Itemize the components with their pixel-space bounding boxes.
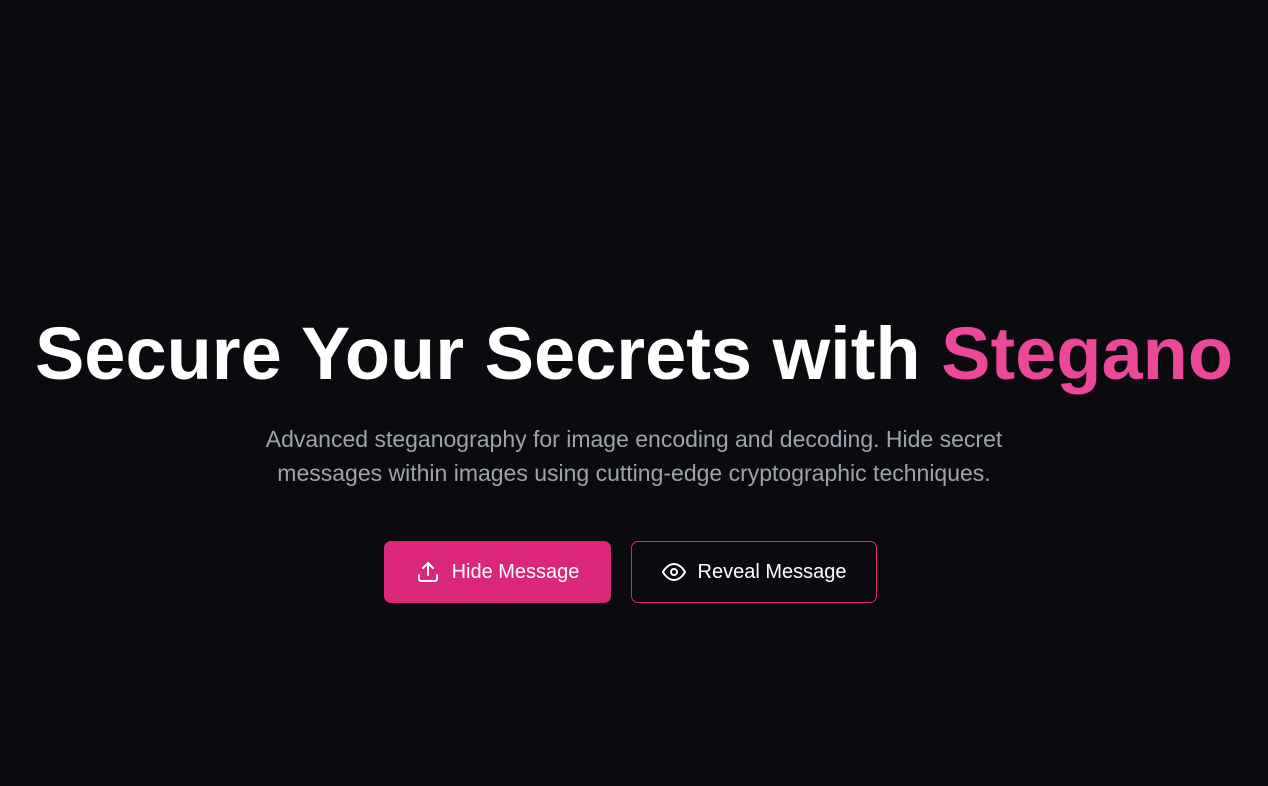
hide-message-label: Hide Message: [451, 560, 580, 583]
reveal-message-label: Reveal Message: [697, 560, 847, 583]
hide-message-button[interactable]: Hide Message: [384, 541, 611, 603]
hero-subtitle-line-2: messages within images using cutting-edg…: [277, 460, 991, 486]
hero-title-main: Secure Your Secrets with: [34, 312, 942, 395]
hero-title: Secure Your Secrets with Stegano: [0, 312, 1268, 396]
eye-icon: [661, 560, 686, 584]
hero-subtitle: Advanced steganography for image encodin…: [200, 422, 1068, 490]
hero-title-accent: Stegano: [941, 312, 1234, 395]
upload-icon: [416, 560, 440, 584]
reveal-message-button[interactable]: Reveal Message: [631, 541, 877, 603]
hero-subtitle-line-1: Advanced steganography for image encodin…: [265, 426, 1003, 452]
hero-section: Secure Your Secrets with Stegano Advance…: [0, 0, 1268, 786]
